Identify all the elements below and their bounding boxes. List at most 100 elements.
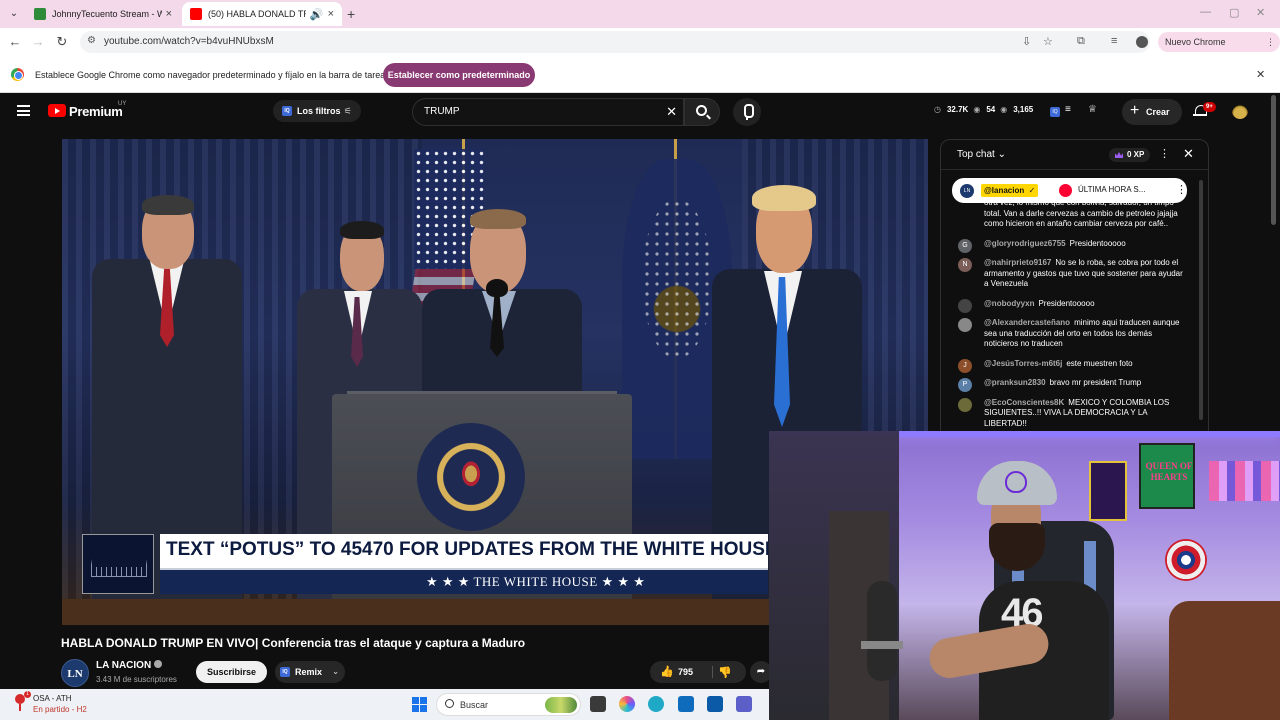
- chat-author[interactable]: @EcoConscientes8K: [984, 398, 1064, 407]
- site-info-icon[interactable]: ⚙: [87, 35, 96, 46]
- reload-icon[interactable]: ↻: [54, 34, 70, 50]
- windows-start-icon[interactable]: [412, 697, 427, 712]
- voice-search-mic-icon[interactable]: [733, 98, 761, 126]
- chat-avatar[interactable]: N: [958, 258, 972, 272]
- subscribe-button[interactable]: Suscribirse: [196, 661, 267, 683]
- copilot-icon[interactable]: [619, 696, 635, 712]
- maximize-icon[interactable]: ▢: [1229, 6, 1239, 19]
- extension-icon: IQ: [280, 667, 290, 677]
- like-stat-count: 3,165: [1013, 105, 1034, 114]
- url-text: youtube.com/watch?v=b4vuHNUbxsM: [104, 36, 274, 47]
- back-icon[interactable]: ←: [7, 34, 23, 49]
- page-scrollbar[interactable]: [1271, 95, 1276, 225]
- chat-message[interactable]: P @pranksun2830 bravo mr president Trump: [941, 376, 1197, 392]
- streamer-cap: [977, 461, 1057, 505]
- search-button[interactable]: [684, 98, 720, 126]
- outlook-icon[interactable]: [678, 696, 694, 712]
- like-icon[interactable]: 👍: [660, 661, 674, 683]
- chat-scrollbar[interactable]: [1199, 180, 1203, 420]
- media-control-icon[interactable]: ≡: [1111, 35, 1117, 47]
- chat-message[interactable]: J @JesúsTorres-m6t6j este muestren foto: [941, 357, 1197, 373]
- task-view-icon[interactable]: [590, 696, 606, 712]
- extension-icon[interactable]: IQ: [1050, 107, 1060, 117]
- captain-america-shield: [1165, 539, 1207, 581]
- taskbar-search[interactable]: Buscar: [436, 693, 581, 716]
- create-button[interactable]: Crear: [1122, 98, 1182, 125]
- chat-avatar[interactable]: [958, 298, 972, 313]
- close-tab-icon[interactable]: ×: [328, 8, 334, 20]
- chat-avatar[interactable]: [958, 318, 972, 332]
- account-avatar[interactable]: [1232, 103, 1248, 119]
- chat-text: bravo mr president Trump: [1049, 378, 1142, 387]
- speaker-icon[interactable]: 🔊: [310, 8, 324, 21]
- queue-icon[interactable]: ≡: [1065, 104, 1071, 115]
- new-chrome-available-button[interactable]: Nuevo Chrome disponible ⋮: [1158, 32, 1280, 67]
- install-app-icon[interactable]: ⇩: [1022, 35, 1031, 48]
- chat-message[interactable]: @Alexandercasteñano minimo aqui traducen …: [941, 316, 1197, 352]
- like-count[interactable]: 795: [678, 661, 693, 683]
- pinned-more-icon[interactable]: ⋮: [1176, 183, 1187, 196]
- browser-tab-2[interactable]: (50) HABLA DONALD TRUMP 🔊 ×: [182, 2, 342, 26]
- presidential-seal: [417, 423, 525, 531]
- lower-third-banner-text: ★ ★ ★ THE WHITE HOUSE ★ ★ ★: [426, 574, 646, 589]
- chat-author[interactable]: @Alexandercasteñano: [984, 318, 1070, 327]
- dislike-icon[interactable]: 👎: [718, 662, 732, 684]
- chat-author[interactable]: @gloryrodriguez6755: [984, 239, 1066, 248]
- teams-icon[interactable]: [736, 696, 752, 712]
- chevron-down-icon: ⌄: [332, 667, 339, 676]
- xp-badge[interactable]: 0 XP: [1109, 148, 1151, 162]
- profile-avatar[interactable]: [1136, 36, 1148, 48]
- chat-avatar[interactable]: G: [958, 238, 972, 253]
- chat-author[interactable]: @JesúsTorres-m6t6j: [984, 359, 1062, 368]
- chat-author[interactable]: @nobodyyxn: [984, 299, 1034, 308]
- chat-more-icon[interactable]: ⋮: [1159, 147, 1170, 160]
- channel-name[interactable]: LA NACION: [96, 660, 151, 671]
- forward-icon[interactable]: →: [30, 34, 46, 49]
- chat-message[interactable]: G @gloryrodriguez6755 Presidentooooo: [941, 237, 1197, 253]
- edge-icon[interactable]: [648, 696, 664, 712]
- omnibox[interactable]: ⚙ youtube.com/watch?v=b4vuHNUbxsM: [80, 31, 1150, 53]
- search-input[interactable]: TRUMP: [424, 106, 460, 117]
- chat-author[interactable]: @pranksun2830: [984, 378, 1046, 387]
- tab-search-icon[interactable]: ⌄: [6, 6, 22, 22]
- chat-message[interactable]: @nobodyyxn Presidentooooo: [941, 297, 1197, 313]
- kebab-menu-icon[interactable]: ⋮: [1266, 32, 1275, 52]
- youtube-logo-icon[interactable]: [48, 104, 66, 117]
- chat-avatar[interactable]: [958, 397, 972, 412]
- verified-check-icon: [154, 660, 163, 668]
- queen-of-hearts-poster: QUEEN OF HEARTS: [1139, 443, 1195, 509]
- minimize-icon[interactable]: —: [1200, 6, 1211, 18]
- youtube-premium-wordmark[interactable]: Premium: [69, 104, 123, 119]
- clock-icon: ◷: [934, 105, 941, 114]
- search-icon: [696, 105, 707, 116]
- search-box[interactable]: TRUMP ✕: [412, 98, 684, 126]
- store-icon[interactable]: [707, 696, 723, 712]
- infobar-close-icon[interactable]: ✕: [1256, 68, 1265, 81]
- pinned-text: ÚLTIMA HORA S...: [1078, 185, 1146, 194]
- channel-avatar[interactable]: LN: [61, 659, 89, 687]
- chat-message[interactable]: @EcoConscientes8K MEXICO Y COLOMBIA LOS S…: [941, 396, 1197, 432]
- close-tab-icon[interactable]: ×: [166, 8, 172, 20]
- pinned-message[interactable]: LN @lanacion ÚLTIMA HORA S... ⋮: [952, 178, 1187, 203]
- set-default-button[interactable]: Establecer como predeterminado: [383, 63, 535, 87]
- chat-message[interactable]: N @nahirprieto9167 No se lo roba, se cobra…: [941, 256, 1197, 292]
- channel-name-row[interactable]: LA NACION: [96, 660, 163, 671]
- remix-button[interactable]: IQ Remix ⌄: [275, 661, 345, 683]
- chat-author[interactable]: @nahirprieto9167: [984, 258, 1051, 267]
- trophy-icon[interactable]: ♕: [1088, 104, 1097, 115]
- close-chat-icon[interactable]: ✕: [1183, 146, 1194, 162]
- chat-avatar[interactable]: J: [958, 358, 972, 373]
- widget-line-1[interactable]: OSA - ATH: [33, 694, 72, 703]
- clear-search-icon[interactable]: ✕: [666, 104, 677, 120]
- bookmark-star-icon[interactable]: ☆: [1043, 35, 1053, 48]
- widget-line-2[interactable]: En partido - H2: [33, 705, 87, 714]
- chat-avatar[interactable]: P: [958, 378, 972, 392]
- chat-mode-dropdown[interactable]: Top chat ⌄: [957, 149, 1006, 160]
- new-tab-icon[interactable]: +: [347, 6, 355, 22]
- hamburger-menu-icon[interactable]: [17, 105, 30, 116]
- extensions-icon[interactable]: ⧉: [1077, 35, 1085, 48]
- browser-tab-1[interactable]: JohnnyTecuento Stream - Watc ×: [26, 2, 180, 26]
- white-house-logo: [82, 534, 154, 594]
- filters-button[interactable]: IQ Los filtros ⚟: [273, 100, 361, 122]
- close-window-icon[interactable]: ✕: [1256, 6, 1265, 19]
